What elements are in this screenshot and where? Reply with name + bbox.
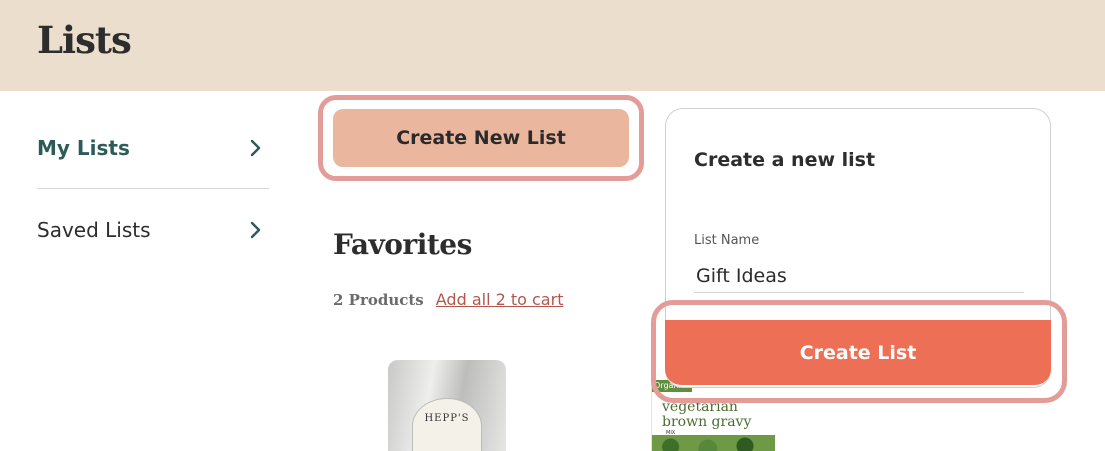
page-title: Lists <box>37 18 132 62</box>
product-count: 2 Products <box>333 291 424 309</box>
add-all-to-cart-link[interactable]: Add all 2 to cart <box>436 290 564 309</box>
create-new-list-button[interactable]: Create New List <box>333 109 629 167</box>
panel-title: Create a new list <box>694 149 876 171</box>
product-brand: HEPP'S <box>424 413 470 424</box>
create-new-list-highlight: Create New List <box>318 95 644 181</box>
sidebar-item-label: My Lists <box>37 136 130 160</box>
product-name-line2: brown gravy <box>662 414 752 430</box>
favorites-meta: 2 Products Add all 2 to cart <box>333 290 563 309</box>
product-image-hepps[interactable]: HEPP'S <box>388 360 506 451</box>
chevron-right-icon <box>245 220 265 240</box>
sidebar-item-label: Saved Lists <box>37 217 151 242</box>
page-header: Lists <box>0 0 1105 91</box>
create-list-button[interactable]: Create List <box>665 320 1051 385</box>
product-graphic <box>652 435 775 451</box>
sidebar: My Lists Saved Lists <box>37 108 269 270</box>
list-name-input[interactable] <box>694 259 1024 293</box>
product-label: HEPP'S <box>412 398 482 451</box>
sidebar-item-saved-lists[interactable]: Saved Lists <box>37 189 269 270</box>
list-name-label: List Name <box>694 233 760 248</box>
product-name: vegetarian brown gravy <box>662 400 751 430</box>
create-list-highlight: Create List <box>651 300 1067 403</box>
chevron-right-icon <box>245 138 265 158</box>
favorites-title: Favorites <box>333 228 472 261</box>
sidebar-item-my-lists[interactable]: My Lists <box>37 108 269 189</box>
